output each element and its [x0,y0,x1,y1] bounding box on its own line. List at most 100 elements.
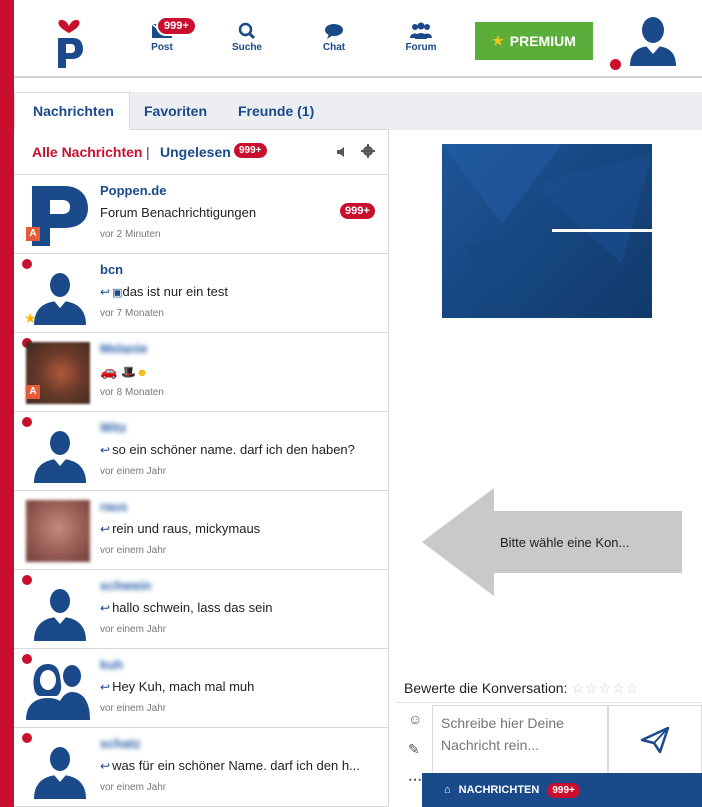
conversation-list-panel: Alle Nachrichten | Ungelesen 999+ A Popp… [14,130,389,807]
tab-freunde[interactable]: Freunde (1) [238,92,338,130]
conversation-preview-wrapper: ↩ hallo schwein, lass das sein [100,600,272,615]
tab-nachrichten[interactable]: Nachrichten [14,92,130,130]
conversation-item[interactable]: ★ bcn ↩ ▣das ist nur ein test vor 7 Monat… [14,254,389,333]
reply-icon: ↩ [100,443,111,457]
conversation-name: Poppen.de [100,183,167,198]
nav-forum[interactable]: Forum [391,22,451,72]
filter-separator: | [146,144,150,160]
conversation-item[interactable]: schwein ↩ hallo schwein, lass das sein vo… [14,570,389,649]
conversation-preview-wrapper: ↩ Hey Kuh, mach mal muh [100,679,254,694]
admin-badge: A [26,227,40,241]
couple-avatar [26,664,90,720]
conversation-time: vor einem Jahr [100,466,167,477]
select-conversation-hint: Bitte wähle eine Kon... [422,488,682,596]
hint-text: Bitte wähle eine Kon... [494,511,682,573]
admin-badge: A [26,385,40,399]
app-window: 999+ Post Suche Chat Forum ★ PREMIUM Nac… [14,0,702,807]
rating-stars[interactable]: ☆☆☆☆☆ [571,680,639,696]
smiley-icon: ☻ [136,367,148,379]
image-icon: ▣ [112,287,123,299]
default-male-avatar [34,589,86,641]
conversation-preview: was für ein schöner Name. darf ich den h… [112,758,360,773]
left-arrow-icon [422,488,494,596]
conversation-time: vor einem Jahr [100,703,167,714]
filter-unread[interactable]: Ungelesen [160,144,231,160]
conversation-name: Melanie [100,341,148,356]
conversation-preview-wrapper: ↩ rein und raus, mickymaus [100,521,260,536]
conversation-time: vor 8 Monaten [100,387,164,398]
send-button[interactable] [608,705,702,775]
notification-count: 999+ [547,782,580,798]
conversation-rating: Bewerte die Konversation: ☆☆☆☆☆ [404,680,702,702]
nav-label-search: Suche [231,42,262,53]
nav-post[interactable]: 999+ Post [132,16,197,72]
nav-label-post: Post [151,42,173,53]
tab-favoriten[interactable]: Favoriten [144,92,234,130]
conversation-time: vor einem Jahr [100,624,167,635]
conversation-time: vor einem Jahr [100,545,167,556]
online-status-dot [610,59,621,70]
conversation-preview: so ein schöner name. darf ich den haben? [112,442,355,457]
message-input[interactable] [432,705,608,775]
conversation-preview-wrapper: ↩ so ein schöner name. darf ich den haben… [100,442,355,457]
star-icon: ★ [492,33,504,48]
user-avatar[interactable] [628,12,678,66]
nav-chat[interactable]: Chat [304,22,364,72]
conversation-time: vor 7 Monaten [100,308,164,319]
conversation-name: schatz [100,736,141,751]
forum-icon [410,22,432,39]
conversation-item[interactable]: Witz ↩ so ein schöner name. darf ich den … [14,412,389,491]
conversation-preview: das ist nur ein test [122,284,228,299]
poppen-logo[interactable] [54,14,84,70]
conversation-preview-wrapper: ↩ ▣das ist nur ein test [100,284,228,299]
unread-count-badge: 999+ [234,143,267,158]
conversation-name: bcn [100,262,124,277]
star-icon: ★ [24,310,37,326]
conversation-name: kuh [100,657,124,672]
message-tabs: Nachrichten Favoriten Freunde (1) [14,92,389,130]
reply-icon: ↩ [100,601,111,615]
premium-button[interactable]: ★ PREMIUM [475,22,593,60]
default-male-avatar [34,747,86,799]
attachment-icon[interactable]: ✎ [408,741,424,757]
search-icon [238,22,256,40]
reply-icon: ↩ [100,522,111,536]
top-navigation-bar: 999+ Post Suche Chat Forum ★ PREMIUM [14,0,702,78]
conversation-item[interactable]: A Poppen.de Forum Benachrichtigungen vor… [14,175,389,254]
send-icon [640,726,670,754]
nav-label-forum: Forum [405,42,437,53]
messages-notification-bar[interactable]: ⌂ NACHRICHTEN 999+ [422,773,702,807]
conversation-time: vor einem Jahr [100,782,167,793]
emoji-preview: 🚗 🎩☻ [100,363,148,380]
conversation-item[interactable]: A Melanie 🚗 🎩☻ vor 8 Monaten [14,333,389,412]
conversation-name: schwein [100,578,152,593]
banner-indicator-line [552,229,702,232]
conversation-header-area [389,92,702,130]
conversation-preview-wrapper: ↩ was für ein schöner Name. darf ich den … [100,758,360,773]
nav-label-chat: Chat [322,42,346,53]
notification-label: NACHRICHTEN [458,784,540,796]
post-count-badge: 999+ [156,16,197,36]
conversation-item[interactable]: kuh ↩ Hey Kuh, mach mal muh vor einem Jah… [14,649,389,728]
chat-icon [325,24,343,39]
conversation-preview: rein und raus, mickymaus [112,521,261,536]
filter-bar: Alle Nachrichten | Ungelesen 999+ [14,130,388,175]
hat-emoji-icon: 🎩 [121,365,137,379]
conversation-item[interactable]: raus ↩ rein und raus, mickymaus vor einem… [14,491,389,570]
conversation-preview: hallo schwein, lass das sein [112,600,273,615]
conversation-preview: Hey Kuh, mach mal muh [112,679,255,694]
emoji-icon[interactable]: ☺ [408,711,424,727]
reply-icon: ↩ [100,680,111,694]
gear-icon[interactable] [361,144,375,158]
conversation-name: raus [100,499,128,514]
conversation-preview: Forum Benachrichtigungen [100,205,257,220]
speaker-icon[interactable] [336,146,348,158]
inbox-icon: ⌂ [444,784,451,796]
nav-search[interactable]: Suche [217,22,277,72]
conversation-time: vor 2 Minuten [100,229,161,240]
reply-icon: ↩ [100,759,111,773]
profile-photo [26,500,90,562]
rating-label: Bewerte die Konversation: [404,680,568,696]
conversation-item[interactable]: schatz ↩ was für ein schöner Name. darf i… [14,728,389,807]
filter-all-messages[interactable]: Alle Nachrichten [32,144,142,160]
